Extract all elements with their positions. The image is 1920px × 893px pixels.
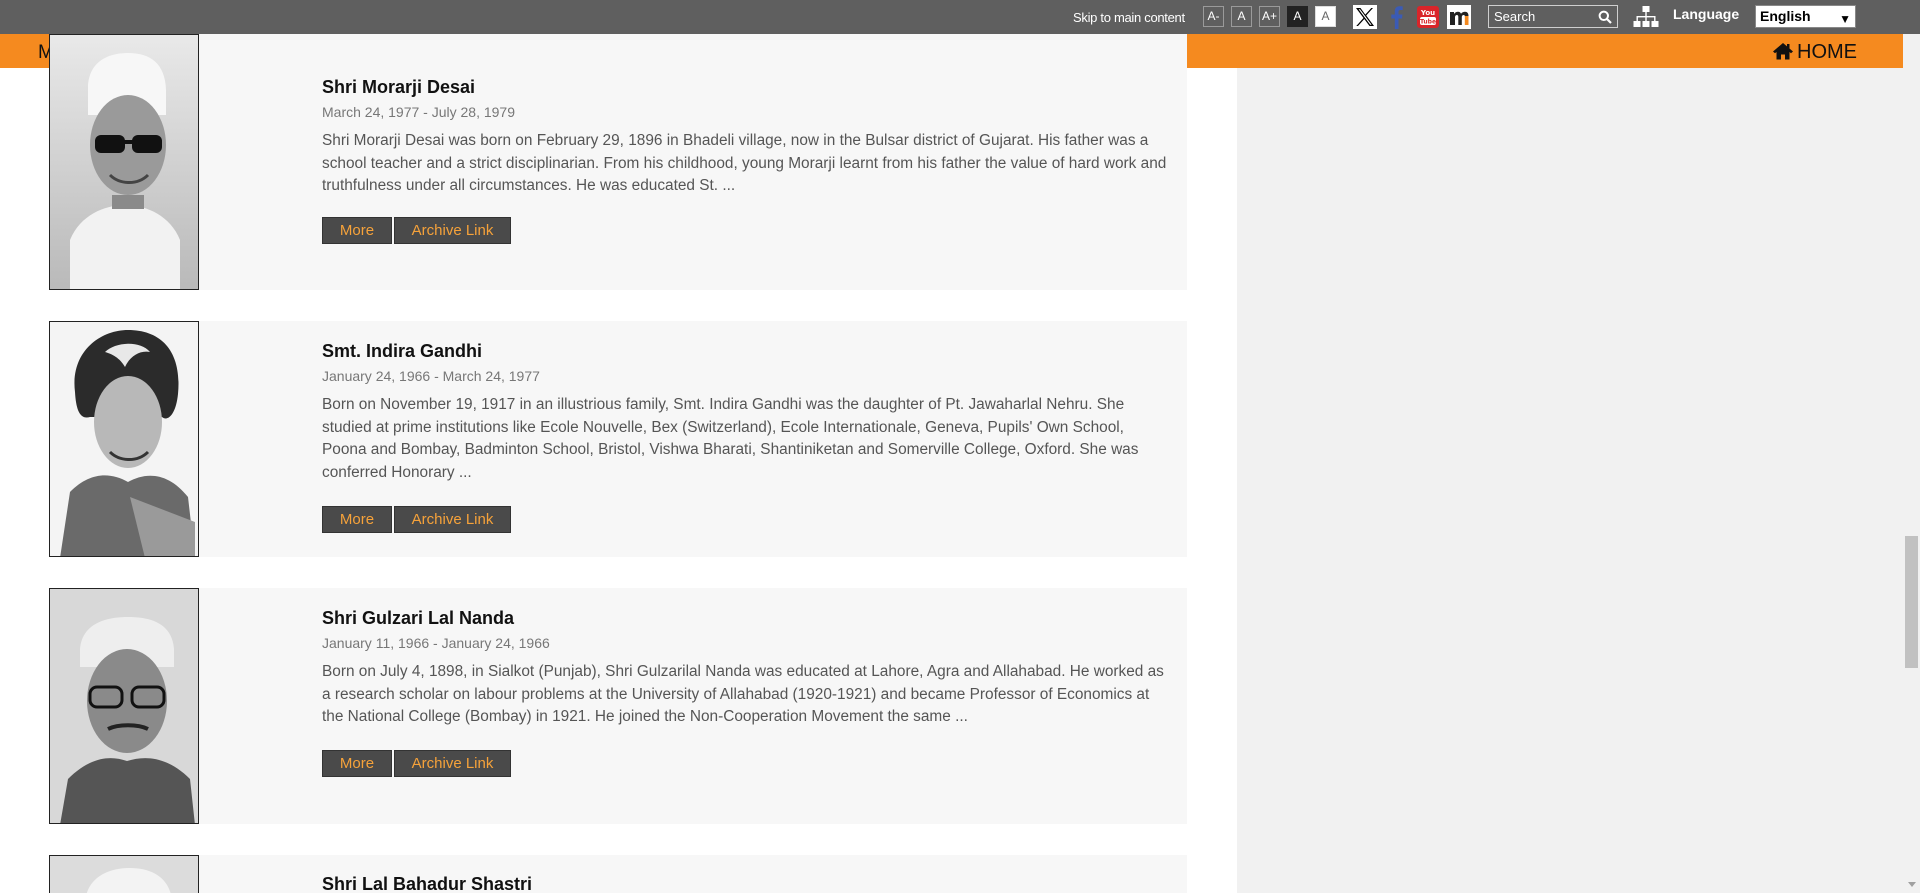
more-button[interactable]: More	[322, 506, 392, 533]
pm-portrait	[49, 588, 199, 824]
pm-name[interactable]: Shri Gulzari Lal Nanda	[322, 608, 514, 629]
archive-link-button[interactable]: Archive Link	[394, 217, 511, 244]
mygov-icon[interactable]	[1447, 5, 1471, 29]
pm-portrait	[49, 321, 199, 557]
home-icon[interactable]	[1772, 42, 1794, 60]
language-select[interactable]: English ▼	[1755, 5, 1856, 28]
pm-tenure-dates: March 24, 1977 - July 28, 1979	[322, 104, 516, 120]
search-icon[interactable]	[1598, 10, 1612, 24]
pm-tenure-dates: January 11, 1966 - January 24, 1966	[322, 635, 550, 651]
pm-portrait	[49, 34, 199, 290]
sidebar-panel	[1237, 68, 1903, 893]
pm-description: Shri Morarji Desai was born on February …	[322, 132, 1167, 194]
pm-description: Born on July 4, 1898, in Sialkot (Punjab…	[322, 663, 1164, 725]
pm-card: Smt. Indira Gandhi January 24, 1966 - Ma…	[49, 321, 1187, 557]
page-scrollbar[interactable]	[1903, 34, 1920, 893]
pm-name[interactable]: Shri Morarji Desai	[322, 77, 475, 98]
scroll-down-arrow-icon[interactable]	[1908, 882, 1916, 887]
chevron-down-icon: ▼	[1839, 12, 1851, 26]
pm-portrait	[49, 855, 199, 893]
youtube-icon[interactable]: You Tube	[1416, 5, 1440, 29]
pm-card: Shri Lal Bahadur Shastri	[49, 855, 1187, 893]
archive-link-button[interactable]: Archive Link	[394, 506, 511, 533]
facebook-icon[interactable]	[1385, 5, 1409, 29]
pm-name[interactable]: Smt. Indira Gandhi	[322, 341, 482, 362]
font-decrease-button[interactable]: A-	[1203, 6, 1224, 27]
svg-text:Tube: Tube	[1420, 19, 1436, 26]
svg-text:You: You	[1420, 9, 1435, 17]
pm-name[interactable]: Shri Lal Bahadur Shastri	[322, 874, 532, 893]
more-button[interactable]: More	[322, 750, 392, 777]
sitemap-icon[interactable]	[1633, 5, 1659, 29]
font-normal-button[interactable]: A	[1231, 6, 1252, 27]
search-placeholder: Search	[1494, 9, 1536, 24]
language-select-value: English	[1760, 8, 1811, 24]
skip-to-main-content-link[interactable]: Skip to main content	[1073, 10, 1185, 25]
home-link[interactable]: HOME	[1797, 41, 1857, 64]
more-button[interactable]: More	[322, 217, 392, 244]
pm-tenure-dates: January 24, 1966 - March 24, 1977	[322, 368, 540, 384]
x-twitter-icon[interactable]	[1353, 5, 1377, 29]
scrollbar-thumb[interactable]	[1905, 536, 1918, 668]
pm-description: Born on November 19, 1917 in an illustri…	[322, 396, 1139, 481]
archive-link-button[interactable]: Archive Link	[394, 750, 511, 777]
normal-contrast-button[interactable]: A	[1315, 6, 1336, 27]
utility-bar: Skip to main content A- A A+ A A You Tub…	[0, 0, 1920, 34]
pm-card: Shri Morarji Desai March 24, 1977 - July…	[49, 34, 1187, 290]
high-contrast-button[interactable]: A	[1287, 6, 1308, 27]
pm-card: Shri Gulzari Lal Nanda January 11, 1966 …	[49, 588, 1187, 824]
language-label: Language	[1673, 6, 1740, 22]
search-input[interactable]: Search	[1488, 5, 1618, 28]
font-increase-button[interactable]: A+	[1259, 6, 1280, 27]
